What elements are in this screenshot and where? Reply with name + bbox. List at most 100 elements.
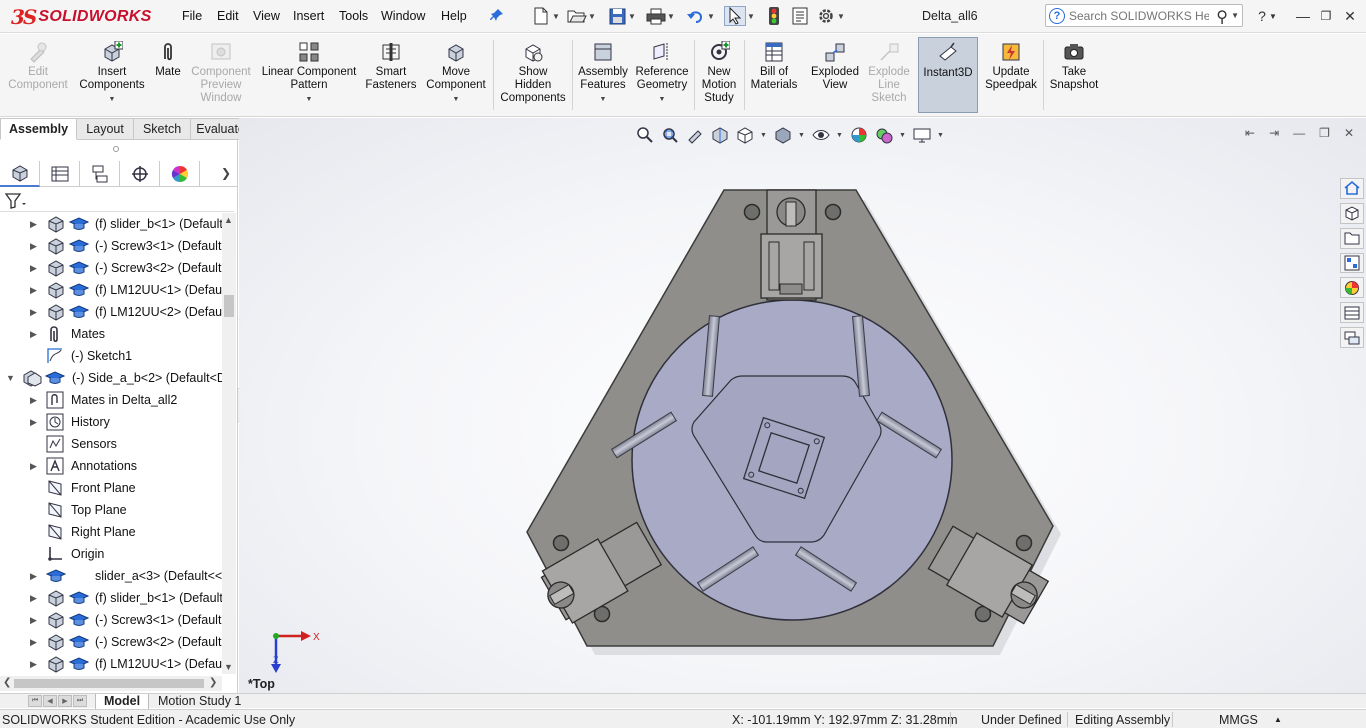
scroll-thumb[interactable] [224, 295, 234, 317]
scroll-down-icon[interactable]: ▼ [224, 662, 233, 672]
tree-item[interactable]: ▶ Mates [0, 323, 222, 345]
display-manager-tab[interactable] [160, 161, 200, 187]
mate-button[interactable]: Mate [152, 37, 184, 79]
collapse-icon[interactable]: ▼ [6, 373, 15, 383]
chevron-down-icon[interactable]: ▼ [109, 93, 116, 106]
chevron-right-icon[interactable]: ❯ [221, 166, 231, 180]
expand-icon[interactable]: ▶ [30, 461, 37, 472]
tree-item[interactable]: ▶ slider_a<3> (Default<<D [0, 565, 222, 587]
view-orientation-icon[interactable] [735, 125, 755, 145]
restore-icon[interactable]: ❐ [1316, 6, 1336, 26]
edit-appearance-icon[interactable] [849, 125, 869, 145]
tree-item[interactable]: ▶ (f) LM12UU<1> (Default [0, 279, 222, 301]
chevron-down-icon[interactable]: ▼ [453, 93, 460, 106]
first-tab-icon[interactable]: ⏮ [28, 695, 42, 707]
chevron-down-icon[interactable]: ▼ [306, 93, 313, 106]
section-view-icon[interactable] [710, 125, 730, 145]
tree-item[interactable]: ▶ (f) LM12UU<1> (Default [0, 653, 222, 674]
scroll-left-icon[interactable]: ❮ [3, 677, 11, 688]
expand-icon[interactable]: ▶ [30, 241, 37, 252]
expand-icon[interactable]: ▶ [30, 615, 37, 626]
tree-item[interactable]: ▶ History [0, 411, 222, 433]
property-manager-tab[interactable] [40, 161, 80, 187]
zoom-to-area-icon[interactable] [660, 125, 680, 145]
tab-sketch[interactable]: Sketch [134, 118, 192, 140]
tree-item[interactable]: ▶ (f) slider_b<1> (Default< [0, 213, 222, 235]
menu-tools[interactable]: Tools [339, 9, 368, 23]
view-palette-icon[interactable] [1340, 252, 1364, 274]
instant3d-button[interactable]: Instant3D [918, 37, 978, 113]
linear-component-pattern-button[interactable]: Linear Component Pattern ▼ [258, 37, 360, 106]
hide-show-items-icon[interactable] [811, 125, 831, 145]
display-style-icon[interactable] [773, 125, 793, 145]
tree-item[interactable]: Top Plane [0, 499, 222, 521]
menu-window[interactable]: Window [381, 9, 425, 23]
tab-assembly[interactable]: Assembly [0, 118, 78, 140]
chevron-down-icon[interactable]: ▼ [659, 93, 666, 106]
chevron-down-icon[interactable]: ▼ [837, 12, 845, 21]
print-button[interactable]: ▼ [646, 6, 675, 26]
unit-system-selector[interactable]: MMGS [1219, 713, 1258, 727]
search-input[interactable] [1069, 8, 1209, 23]
tree-item[interactable]: (-) Sketch1 [0, 345, 222, 367]
chevron-down-icon[interactable]: ▼ [667, 12, 675, 21]
close-icon[interactable]: ✕ [1344, 126, 1354, 140]
filter-icon[interactable] [4, 193, 27, 212]
appearances-icon[interactable] [1340, 277, 1364, 299]
insert-components-button[interactable]: Insert Components ▼ [73, 37, 151, 106]
search-icon[interactable]: ⚲ [1216, 7, 1228, 27]
scroll-right-icon[interactable]: ❯ [209, 677, 217, 688]
new-document-button[interactable]: ▼ [531, 6, 560, 26]
chevron-down-icon[interactable]: ▼ [588, 12, 596, 21]
design-library-icon[interactable] [1340, 202, 1364, 224]
exploded-view-button[interactable]: Exploded View [807, 37, 863, 92]
save-button[interactable]: ▼ [607, 6, 636, 26]
tree-horizontal-scrollbar[interactable]: ❮ ❯ [0, 676, 222, 691]
previous-window-icon[interactable]: ⇤ [1245, 126, 1255, 140]
chevron-up-icon[interactable]: ▲ [1274, 715, 1282, 724]
tree-item[interactable]: ▶ (-) Screw3<1> (Default< [0, 235, 222, 257]
tree-item[interactable]: ▶ (f) slider_b<1> (Default< [0, 587, 222, 609]
chevron-down-icon[interactable]: ▼ [1231, 11, 1239, 20]
expand-icon[interactable]: ▶ [30, 659, 37, 670]
pin-icon[interactable] [490, 8, 504, 22]
zoom-to-fit-icon[interactable] [635, 125, 655, 145]
menu-edit[interactable]: Edit [217, 9, 239, 23]
reference-geometry-button[interactable]: Reference Geometry ▼ [632, 37, 692, 106]
tree-filter[interactable] [0, 189, 234, 212]
tree-item[interactable]: ▶ (f) LM12UU<2> (Default [0, 301, 222, 323]
next-window-icon[interactable]: ⇥ [1269, 126, 1279, 140]
graphics-area[interactable]: ▼ ▼ ▼ ▼ ▼ ⇤ ⇥ — ❐ ✕ X Z *Top [239, 118, 1366, 693]
tree-vertical-scrollbar[interactable]: ▲ ▼ [222, 213, 236, 674]
menu-insert[interactable]: Insert [293, 9, 324, 23]
menu-file[interactable]: File [182, 9, 202, 23]
chevron-down-icon[interactable]: ▼ [836, 132, 844, 139]
expand-icon[interactable]: ▶ [30, 219, 37, 230]
undo-button[interactable]: ▼ [686, 6, 715, 26]
smart-fasteners-button[interactable]: Smart Fasteners [362, 37, 420, 92]
scroll-thumb[interactable] [14, 679, 204, 688]
expand-icon[interactable]: ▶ [30, 417, 37, 428]
tree-item[interactable]: ▶ (-) Screw3<2> (Default< [0, 257, 222, 279]
select-button[interactable] [724, 6, 746, 26]
tree-item[interactable]: Front Plane [0, 477, 222, 499]
model-view[interactable] [239, 118, 1366, 693]
previous-view-icon[interactable] [685, 125, 705, 145]
expand-icon[interactable]: ▶ [30, 571, 37, 582]
scroll-up-icon[interactable]: ▲ [224, 215, 233, 225]
chevron-down-icon[interactable]: ▼ [552, 12, 560, 21]
take-snapshot-button[interactable]: Take Snapshot [1046, 37, 1102, 92]
edit-component-button[interactable]: Edit Component [5, 37, 71, 92]
restore-icon[interactable]: ❐ [1319, 126, 1330, 140]
file-explorer-icon[interactable] [1340, 227, 1364, 249]
chevron-down-icon[interactable]: ▼ [798, 132, 806, 139]
tree-item[interactable]: ▶ (-) Screw3<2> (Default< [0, 631, 222, 653]
expand-icon[interactable]: ▶ [30, 329, 37, 340]
options-button[interactable]: ▼ [816, 6, 845, 26]
chevron-down-icon[interactable]: ▼ [707, 12, 715, 21]
select-dropdown[interactable]: ▼ [746, 6, 755, 26]
assembly-features-button[interactable]: Assembly Features ▼ [576, 37, 630, 106]
configuration-manager-tab[interactable] [80, 161, 120, 187]
forum-icon[interactable] [1340, 327, 1364, 349]
minimize-icon[interactable]: — [1293, 6, 1313, 26]
